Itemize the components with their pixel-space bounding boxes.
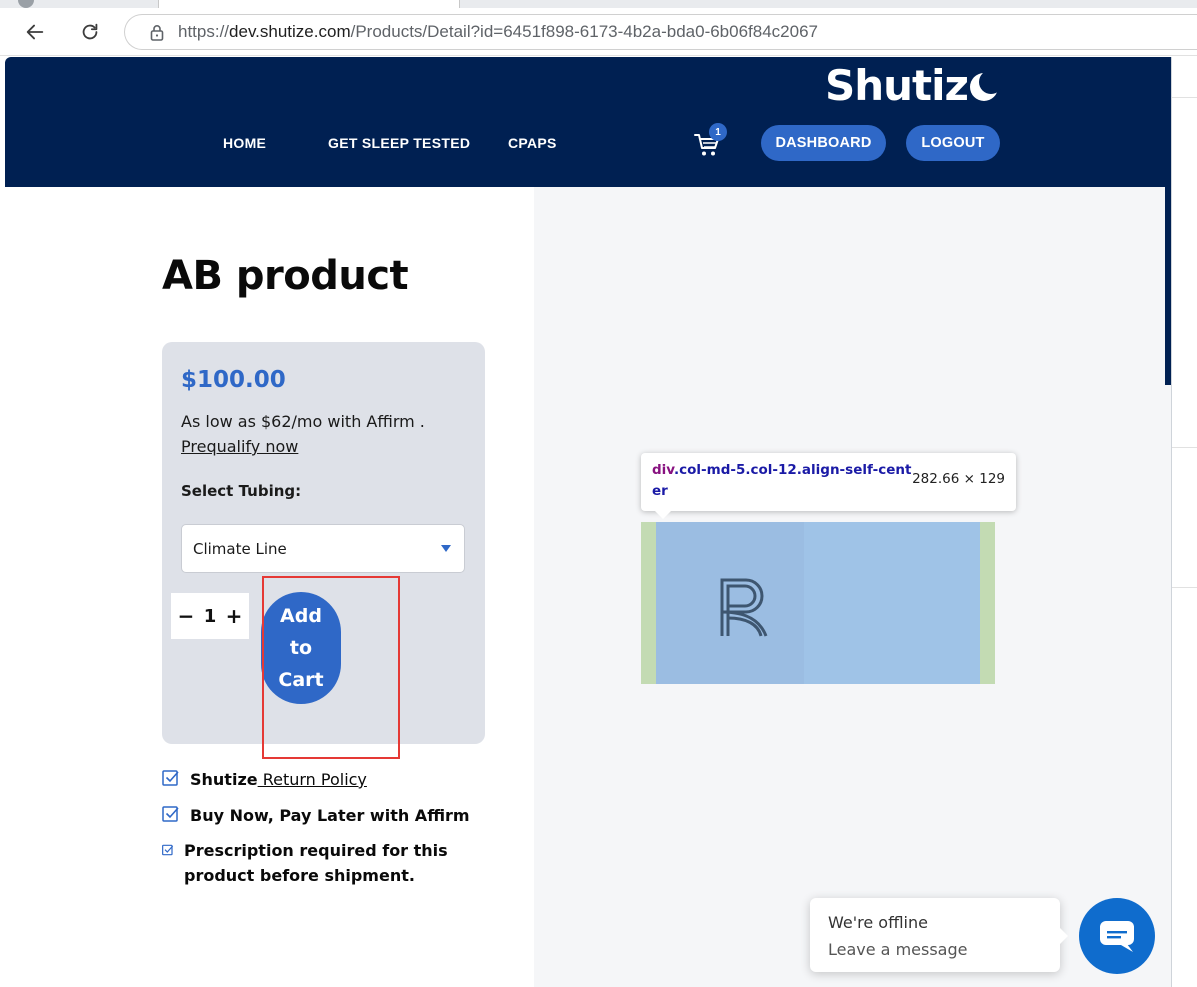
affirm-text: As low as $62/mo with Affirm .: [181, 412, 425, 431]
prequalify-link[interactable]: Prequalify now: [181, 437, 298, 456]
checkbox-checked-icon: [162, 844, 174, 856]
browser-toolbar: https://dev.shutize.com/Products/Detail?…: [0, 8, 1197, 56]
add-to-cart-line-1: Add: [280, 605, 322, 627]
url-path: /Products/Detail?id=6451f898-6173-4b2a-b…: [350, 22, 818, 41]
inspect-size: 282.66 × 129: [912, 471, 1005, 487]
product-price: $100.00: [181, 367, 286, 393]
nav-home[interactable]: HOME: [223, 135, 266, 151]
lock-icon[interactable]: [149, 23, 165, 41]
checkbox-checked-icon: [162, 770, 179, 786]
feature-prescription-text: Prescription required for this product be…: [184, 838, 448, 888]
chat-offline-bubble[interactable]: We're offline Leave a message: [810, 898, 1068, 972]
feature-prescription-line-1: Prescription required for this: [184, 841, 448, 860]
moon-icon: [969, 69, 1003, 103]
cart-button[interactable]: 1: [693, 123, 727, 161]
devtools-inspect-tooltip: div.col-md-5.col-12.align-self-center 28…: [641, 453, 1016, 519]
dashboard-button[interactable]: DASHBOARD: [761, 125, 886, 161]
tubing-select-value: Climate Line: [193, 540, 287, 558]
quantity-stepper: − 1 +: [171, 593, 249, 639]
product-image[interactable]: [656, 522, 804, 684]
add-to-cart-button[interactable]: Add to Cart: [261, 592, 341, 704]
brand-logo[interactable]: Shutiz: [825, 61, 1003, 110]
tab-favicon-icon: [18, 0, 34, 8]
feature-prescription-line-2: product before shipment.: [184, 866, 415, 885]
inspect-selector: div.col-md-5.col-12.align-self-center: [652, 460, 914, 502]
active-tab[interactable]: [158, 0, 460, 8]
chat-status: We're offline: [828, 913, 928, 932]
price-card: $100.00 As low as $62/mo with Affirm . P…: [162, 342, 485, 744]
chat-launcher-button[interactable]: [1079, 898, 1155, 974]
chat-icon: [1100, 921, 1134, 952]
select-tubing-label: Select Tubing:: [181, 482, 302, 500]
feature-return-brand: Shutize: [190, 770, 258, 789]
add-to-cart-line-3: Cart: [278, 669, 324, 691]
nav-cpaps[interactable]: CPAPS: [508, 135, 557, 151]
chevron-down-icon: [441, 545, 451, 552]
page-viewport: Shutiz HOME GET SLEEP TESTED CPAPS 1 DAS…: [5, 57, 1171, 987]
devtools-divider: [1172, 587, 1197, 588]
chat-leave-message: Leave a message: [828, 940, 968, 959]
add-to-cart-label: Add to Cart: [271, 600, 331, 696]
feature-return-policy: Shutize Return Policy: [162, 767, 367, 792]
inspect-tag: div: [652, 462, 674, 478]
url-host: dev.shutize.com: [229, 22, 351, 41]
quantity-decrease-button[interactable]: −: [176, 604, 196, 628]
site-header: Shutiz HOME GET SLEEP TESTED CPAPS 1 DAS…: [5, 57, 1171, 187]
inspected-element-highlight: [641, 522, 995, 684]
feature-prescription: Prescription required for this product be…: [162, 838, 448, 888]
logout-button[interactable]: LOGOUT: [906, 125, 1000, 161]
quantity-value: 1: [203, 605, 217, 627]
back-arrow-icon[interactable]: [23, 20, 47, 44]
devtools-divider: [1172, 447, 1197, 448]
url-text[interactable]: https://dev.shutize.com/Products/Detail?…: [178, 22, 818, 42]
tubing-select[interactable]: Climate Line: [181, 524, 465, 573]
quantity-increase-button[interactable]: +: [224, 604, 244, 628]
feature-return-text: Shutize Return Policy: [190, 767, 367, 792]
cart-count-badge: 1: [709, 123, 727, 141]
inspect-classes: .col-md-5.col-12.align-self-center: [652, 462, 912, 499]
checkbox-checked-icon: [162, 806, 179, 822]
devtools-panel-edge: [1171, 57, 1197, 987]
product-title: AB product: [162, 253, 409, 299]
url-prefix: https://: [178, 22, 230, 41]
return-policy-link[interactable]: Return Policy: [258, 770, 367, 789]
add-to-cart-line-2: to: [289, 637, 313, 659]
refresh-icon[interactable]: [78, 20, 102, 44]
feature-affirm-text: Buy Now, Pay Later with Affirm: [190, 806, 470, 825]
brand-name: Shutiz: [825, 61, 969, 110]
address-bar[interactable]: https://dev.shutize.com/Products/Detail?…: [124, 14, 1197, 50]
inspected-element-content: [656, 522, 980, 684]
r-logo-icon: [720, 578, 768, 637]
tab-strip: [0, 0, 1197, 8]
nav-get-sleep-tested[interactable]: GET SLEEP TESTED: [328, 135, 470, 151]
feature-affirm: Buy Now, Pay Later with Affirm: [162, 803, 470, 828]
devtools-divider: [1172, 97, 1197, 98]
